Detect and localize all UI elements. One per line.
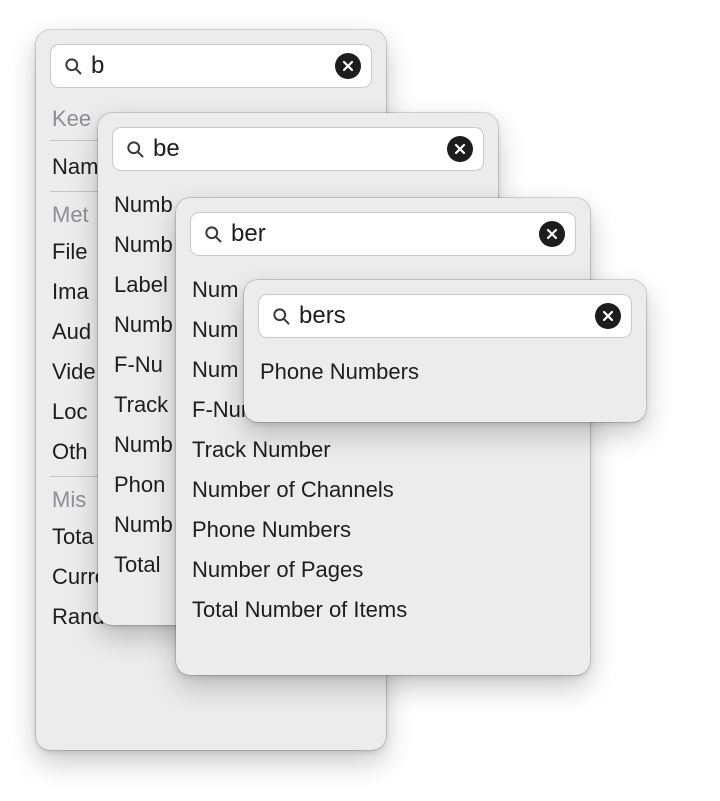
clear-icon[interactable] (539, 221, 565, 247)
search-icon (203, 224, 223, 244)
list-item[interactable]: Track Number (190, 430, 576, 470)
list-item[interactable]: Phone Numbers (190, 510, 576, 550)
clear-icon[interactable] (595, 303, 621, 329)
results-list: Phone Numbers (258, 352, 632, 392)
list-item[interactable]: Number of Pages (190, 550, 576, 590)
search-panel-4: bers Phone Numbers (244, 280, 646, 422)
search-field[interactable]: b (50, 44, 372, 88)
list-item[interactable]: Phone Numbers (258, 352, 632, 392)
search-query[interactable]: be (153, 137, 447, 161)
search-panel-3: ber Num Num Num F-Number Track Number Nu… (176, 198, 590, 675)
search-field[interactable]: bers (258, 294, 632, 338)
search-field[interactable]: be (112, 127, 484, 171)
search-query[interactable]: b (91, 54, 335, 78)
search-field[interactable]: ber (190, 212, 576, 256)
clear-icon[interactable] (447, 136, 473, 162)
clear-icon[interactable] (335, 53, 361, 79)
search-query[interactable]: ber (231, 222, 539, 246)
search-icon (63, 56, 83, 76)
list-item[interactable]: Number of Channels (190, 470, 576, 510)
search-icon (271, 306, 291, 326)
search-icon (125, 139, 145, 159)
list-item[interactable]: Total Number of Items (190, 590, 576, 630)
search-query[interactable]: bers (299, 304, 595, 328)
